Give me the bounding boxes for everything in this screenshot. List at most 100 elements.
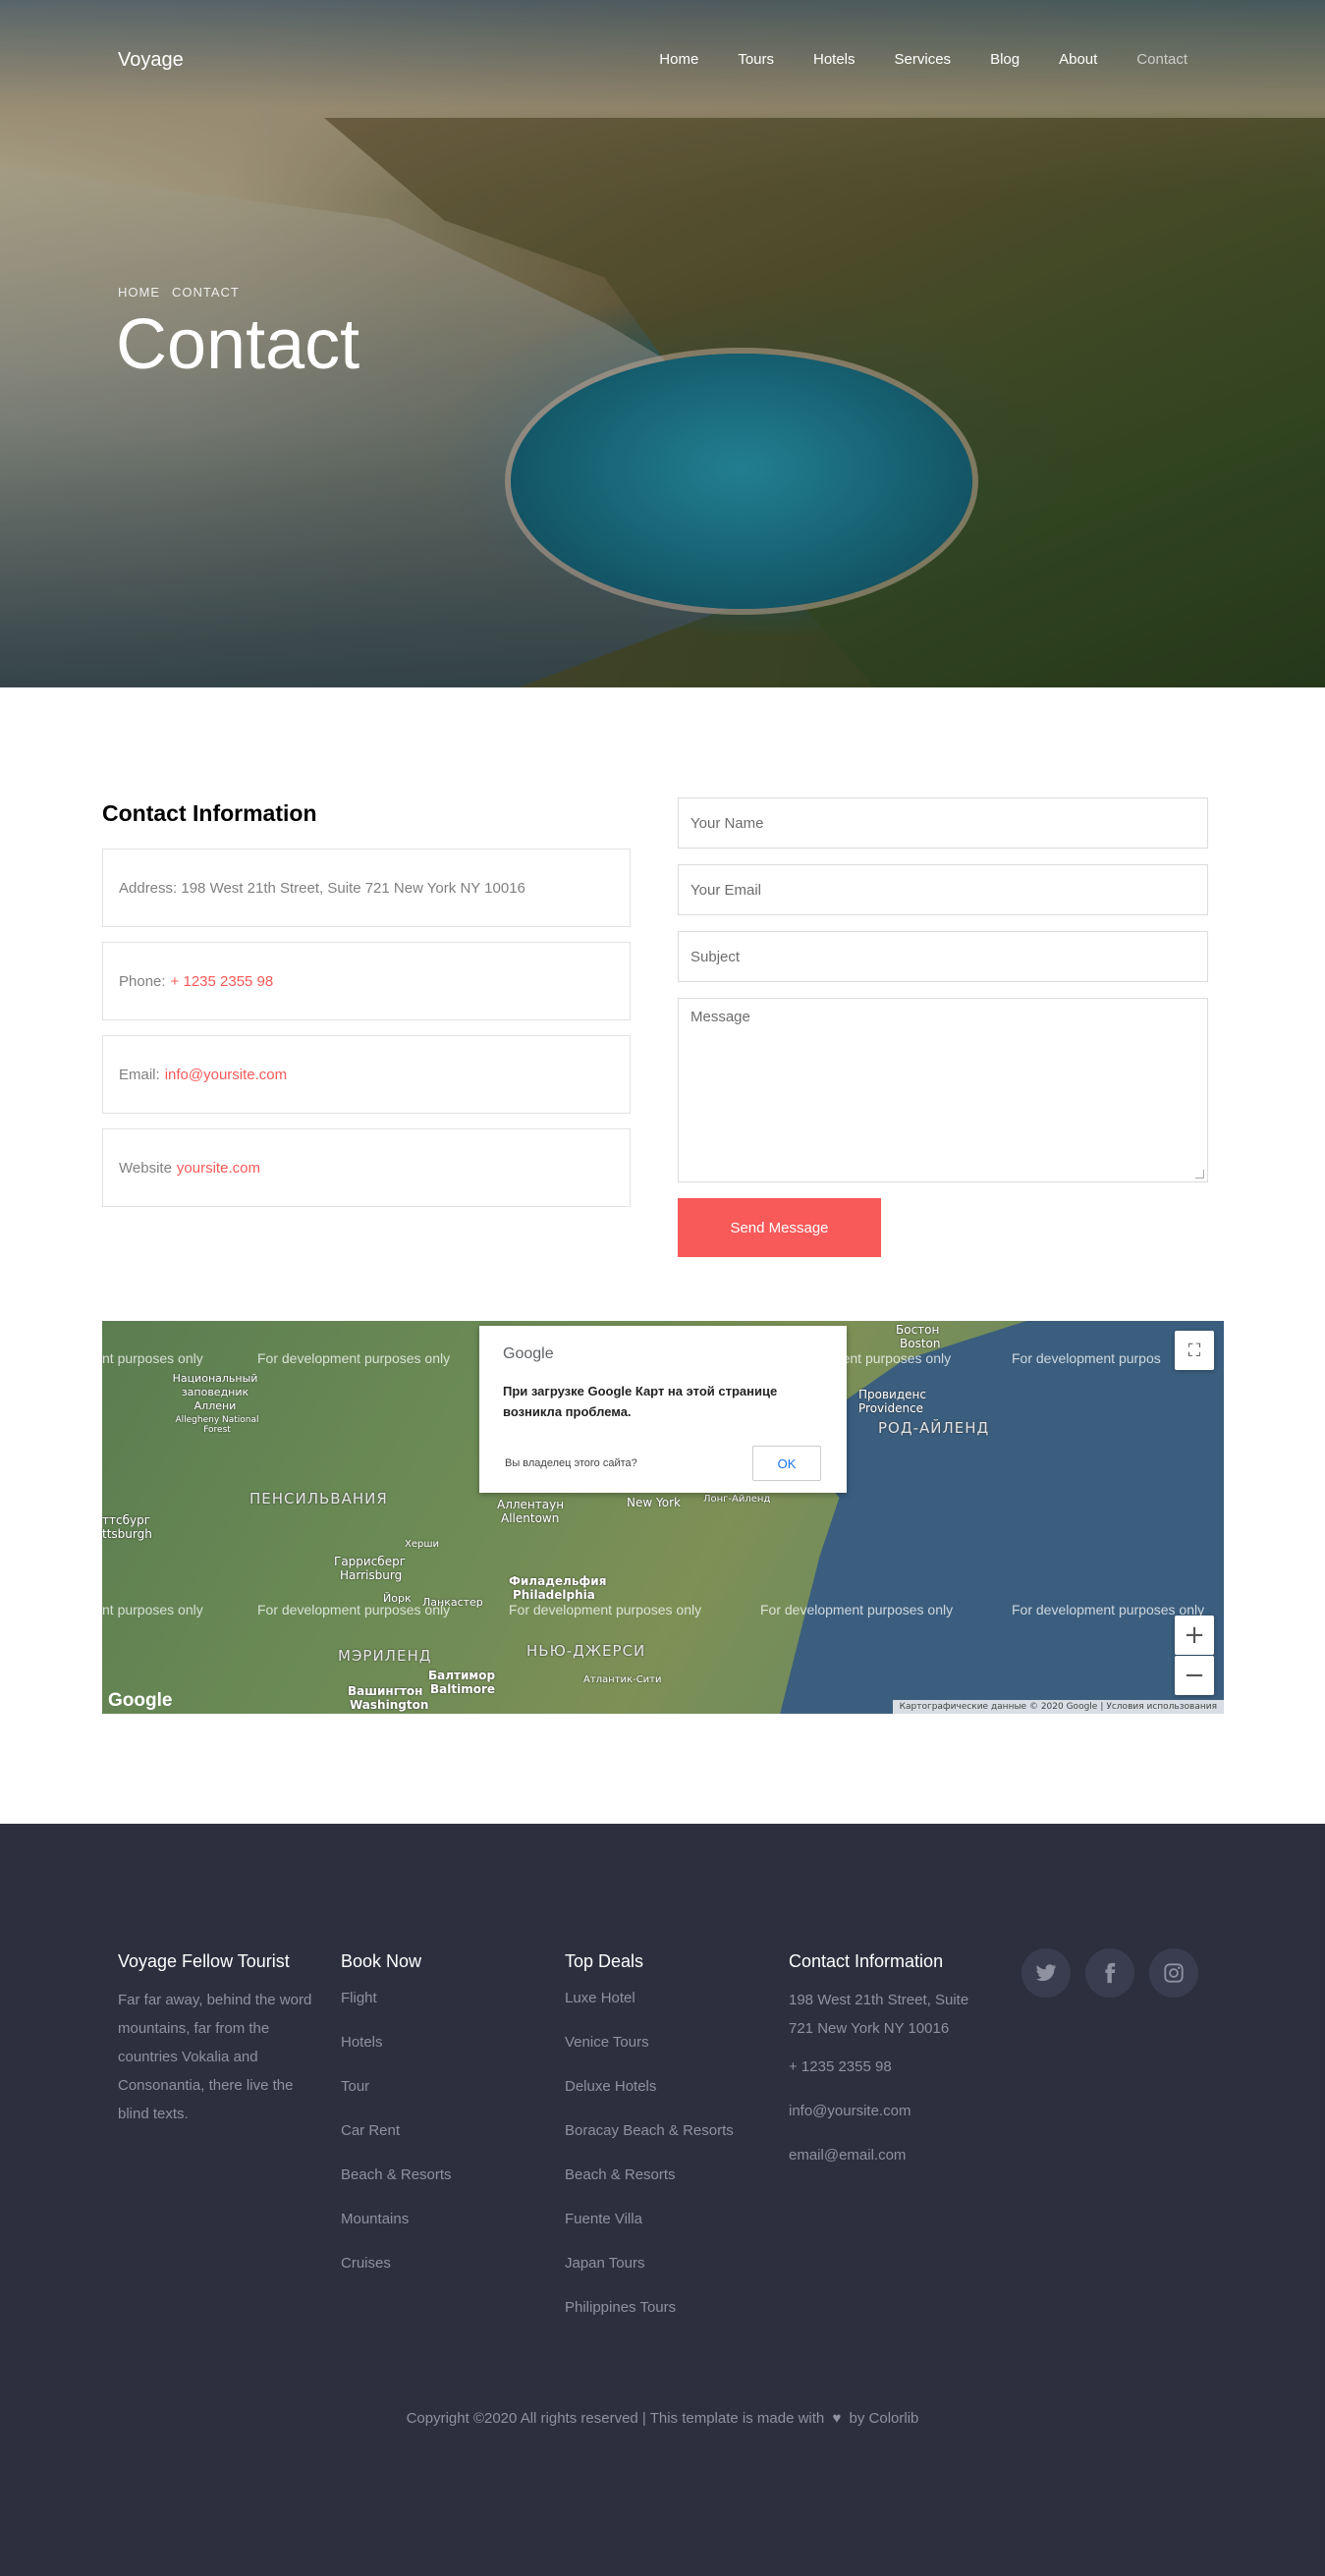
footer-contact-phone[interactable]: + 1235 2355 98 bbox=[789, 2055, 970, 2079]
map-label-baltimore-en: Baltimore bbox=[430, 1682, 496, 1696]
website-box: Website yoursite.com bbox=[102, 1128, 631, 1207]
footer-book-link[interactable]: Mountains bbox=[341, 2207, 537, 2231]
map-watermark: For development purposes only bbox=[760, 1602, 954, 1617]
website-label: Website bbox=[119, 1159, 172, 1177]
footer-book-link[interactable]: Beach & Resorts bbox=[341, 2163, 537, 2187]
map-error-dialog: Google При загрузке Google Карт на этой … bbox=[479, 1326, 847, 1493]
footer-deals-link[interactable]: Venice Tours bbox=[565, 2030, 771, 2055]
footer-book-link[interactable]: Flight bbox=[341, 1986, 537, 2010]
google-map[interactable]: ПЕНСИЛЬВАНИЯ МЭРИЛЕНД НЬЮ-ДЖЕРСИ РОД-АЙЛ… bbox=[102, 1321, 1224, 1714]
map-dialog-message: При загрузке Google Карт на этой страниц… bbox=[503, 1384, 778, 1419]
map-watermark: For development purposes only bbox=[257, 1350, 451, 1366]
copyright-text: Copyright ©2020 All rights reserved | Th… bbox=[406, 2410, 825, 2427]
footer-contact-title: Contact Information bbox=[789, 1951, 944, 1971]
footer-contact-email[interactable]: info@yoursite.com bbox=[789, 2099, 970, 2123]
brand-logo[interactable]: Voyage bbox=[118, 49, 184, 72]
nav-item-contact[interactable]: Contact bbox=[1136, 51, 1187, 68]
footer-deals-link[interactable]: Philippines Tours bbox=[565, 2295, 771, 2320]
breadcrumb: HOME CONTACT bbox=[118, 285, 251, 300]
subject-field[interactable]: Subject bbox=[678, 931, 1208, 982]
map-label-rhode-island: РОД-АЙЛЕНД bbox=[878, 1419, 990, 1437]
heart-icon: ♥ bbox=[832, 2410, 842, 2427]
footer-deals-link[interactable]: Boracay Beach & Resorts bbox=[565, 2118, 771, 2143]
subject-placeholder: Subject bbox=[690, 948, 741, 965]
zoom-out-button[interactable]: − bbox=[1175, 1656, 1214, 1695]
footer-book-link[interactable]: Car Rent bbox=[341, 2118, 537, 2143]
map-watermark: For development purpos bbox=[1012, 1350, 1161, 1366]
footer-book-link[interactable]: Tour bbox=[341, 2074, 537, 2099]
map-label-philadelphia-ru: Филадельфия bbox=[509, 1574, 607, 1588]
map-watermark: nt purposes only bbox=[102, 1350, 203, 1366]
email-placeholder: Your Email bbox=[690, 881, 761, 899]
name-placeholder: Your Name bbox=[690, 814, 764, 832]
nav-item-hotels[interactable]: Hotels bbox=[813, 51, 856, 68]
facebook-icon[interactable] bbox=[1085, 1948, 1134, 1998]
website-link[interactable]: yoursite.com bbox=[177, 1160, 260, 1177]
map-label-hershey: Херши bbox=[405, 1539, 439, 1550]
footer-contact-address: 198 West 21th Street, Suite 721 New York… bbox=[789, 1992, 969, 2037]
footer-deals-link[interactable]: Beach & Resorts bbox=[565, 2163, 771, 2187]
message-textarea[interactable]: Message bbox=[678, 998, 1208, 1182]
footer-book-title: Book Now bbox=[341, 1951, 422, 1971]
nav-item-about[interactable]: About bbox=[1059, 51, 1097, 68]
map-label-pittsburgh-ru: ттсбург bbox=[102, 1513, 151, 1527]
footer-deals-title: Top Deals bbox=[565, 1951, 644, 1971]
email-field[interactable]: Your Email bbox=[678, 864, 1208, 915]
footer-contact: Contact Information 198 West 21th Street… bbox=[789, 1951, 970, 2187]
map-label-boston-en: Boston bbox=[900, 1337, 941, 1350]
nav-item-blog[interactable]: Blog bbox=[990, 51, 1020, 68]
twitter-icon[interactable] bbox=[1021, 1948, 1071, 1998]
top-navbar: Voyage Home Tours Hotels Services Blog A… bbox=[0, 49, 1325, 75]
phone-label: Phone: bbox=[119, 972, 166, 990]
map-dialog-owner-question[interactable]: Вы владелец этого сайта? bbox=[505, 1457, 637, 1469]
map-label-atlantic-city: Атлантик-Сити bbox=[583, 1674, 662, 1685]
map-watermark: For development purposes only bbox=[509, 1602, 702, 1617]
map-label-allegheny-en: Allegheny National Forest bbox=[175, 1415, 259, 1435]
footer-book-link[interactable]: Hotels bbox=[341, 2030, 537, 2055]
footer-deals-link[interactable]: Fuente Villa bbox=[565, 2207, 771, 2231]
phone-box: Phone: + 1235 2355 98 bbox=[102, 942, 631, 1020]
contact-info-title: Contact Information bbox=[102, 800, 317, 826]
footer-book-now: Book Now Flight Hotels Tour Car Rent Bea… bbox=[341, 1951, 537, 2295]
footer-about-text: Far far away, behind the word mountains,… bbox=[118, 1992, 312, 2122]
send-message-button[interactable]: Send Message bbox=[678, 1198, 881, 1257]
copyright-credit-link[interactable]: by Colorlib bbox=[850, 2410, 919, 2427]
footer-top-deals: Top Deals Luxe Hotel Venice Tours Deluxe… bbox=[565, 1951, 771, 2339]
map-label-baltimore-ru: Балтимор bbox=[428, 1669, 496, 1682]
page-title: Contact bbox=[116, 305, 360, 384]
fullscreen-icon[interactable]: ⛶ bbox=[1175, 1331, 1214, 1370]
footer-book-link[interactable]: Cruises bbox=[341, 2251, 537, 2275]
map-label-pennsylvania: ПЕНСИЛЬВАНИЯ bbox=[249, 1490, 388, 1507]
site-footer: Voyage Fellow Tourist Far far away, behi… bbox=[0, 1824, 1325, 2576]
email-link[interactable]: info@yoursite.com bbox=[165, 1067, 287, 1083]
map-attribution-text[interactable]: Картографические данные © 2020 Google bbox=[900, 1702, 1098, 1712]
map-label-harrisburg-ru: Гаррисберг bbox=[334, 1555, 407, 1568]
google-logo[interactable]: Google bbox=[108, 1690, 172, 1712]
map-label-allentown-ru: Аллентаун bbox=[497, 1498, 565, 1511]
map-dialog-ok-button[interactable]: OK bbox=[752, 1446, 821, 1481]
map-label-pittsburgh-en: ttsburgh bbox=[102, 1527, 152, 1541]
map-terms-link[interactable]: Условия использования bbox=[1106, 1702, 1217, 1712]
zoom-in-button[interactable]: + bbox=[1175, 1616, 1214, 1655]
email-box: Email: info@yoursite.com bbox=[102, 1035, 631, 1114]
footer-contact-email[interactable]: email@email.com bbox=[789, 2143, 970, 2167]
phone-link[interactable]: + 1235 2355 98 bbox=[171, 973, 274, 990]
map-label-washington-en: Washington bbox=[350, 1698, 429, 1712]
instagram-icon[interactable] bbox=[1149, 1948, 1198, 1998]
footer-deals-link[interactable]: Deluxe Hotels bbox=[565, 2074, 771, 2099]
footer-deals-link[interactable]: Japan Tours bbox=[565, 2251, 771, 2275]
footer-deals-link[interactable]: Luxe Hotel bbox=[565, 1986, 771, 2010]
address-label: Address: bbox=[119, 879, 178, 897]
map-label-boston-ru: Бостон bbox=[896, 1323, 940, 1337]
address-value: 198 West 21th Street, Suite 721 New York… bbox=[181, 879, 525, 897]
map-dialog-brand: Google bbox=[503, 1345, 554, 1362]
name-field[interactable]: Your Name bbox=[678, 797, 1208, 849]
nav-item-services[interactable]: Services bbox=[895, 51, 952, 68]
nav-item-tours[interactable]: Tours bbox=[738, 51, 774, 68]
nav-item-home[interactable]: Home bbox=[659, 51, 698, 68]
breadcrumb-home[interactable]: HOME bbox=[118, 285, 160, 300]
map-label-providence-en: Providence bbox=[858, 1401, 924, 1415]
nav-menu: Home Tours Hotels Services Blog About Co… bbox=[620, 51, 1187, 68]
contact-form: Your Name Your Email Subject Message Sen… bbox=[678, 797, 1208, 1257]
contact-info-column: Contact Information Address: 198 West 21… bbox=[102, 800, 631, 1222]
